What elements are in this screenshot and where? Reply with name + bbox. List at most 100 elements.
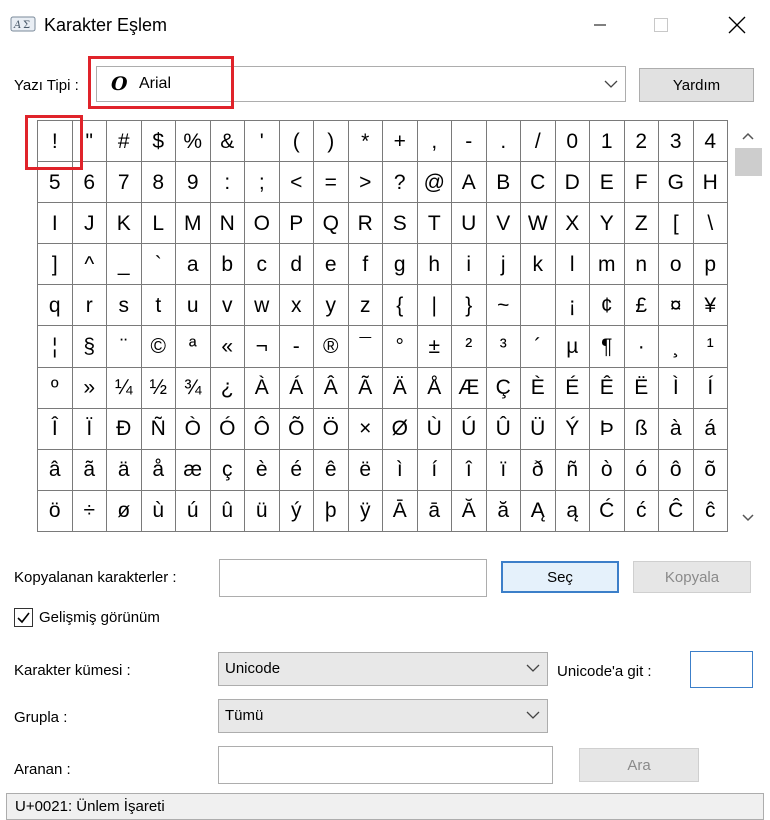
character-cell[interactable]: Ë: [624, 367, 659, 409]
character-cell[interactable]: ú: [176, 490, 211, 532]
character-cell[interactable]: {: [383, 285, 418, 327]
character-cell[interactable]: ²: [452, 326, 487, 368]
character-cell[interactable]: â: [38, 449, 73, 491]
character-cell[interactable]: %: [176, 121, 211, 163]
character-cell[interactable]: g: [383, 244, 418, 286]
character-cell[interactable]: I: [38, 203, 73, 245]
character-cell[interactable]: Q: [314, 203, 349, 245]
character-cell[interactable]: Z: [624, 203, 659, 245]
character-cell[interactable]: Ú: [452, 408, 487, 450]
character-cell[interactable]: Û: [486, 408, 521, 450]
scroll-down-button[interactable]: [733, 506, 763, 530]
character-cell[interactable]: »: [72, 367, 107, 409]
character-cell[interactable]: >: [348, 162, 383, 204]
character-cell[interactable]: è: [245, 449, 280, 491]
character-cell[interactable]: P: [279, 203, 314, 245]
character-cell[interactable]: ×: [348, 408, 383, 450]
character-cell[interactable]: l: [555, 244, 590, 286]
character-cell[interactable]: Í: [693, 367, 728, 409]
character-cell[interactable]: Ô: [245, 408, 280, 450]
character-cell[interactable]: j: [486, 244, 521, 286]
character-cell[interactable]: ¹: [693, 326, 728, 368]
character-cell[interactable]: J: [72, 203, 107, 245]
character-cell[interactable]: ¢: [590, 285, 625, 327]
character-cell[interactable]: ;: [245, 162, 280, 204]
character-cell[interactable]: ó: [624, 449, 659, 491]
character-cell[interactable]: ¼: [107, 367, 142, 409]
character-cell[interactable]: c: [245, 244, 280, 286]
character-cell[interactable]: z: [348, 285, 383, 327]
character-cell[interactable]: Ç: [486, 367, 521, 409]
character-cell[interactable]: É: [555, 367, 590, 409]
character-cell[interactable]: e: [314, 244, 349, 286]
character-cell[interactable]: Ê: [590, 367, 625, 409]
character-cell[interactable]: ¾: [176, 367, 211, 409]
character-cell[interactable]: ±: [417, 326, 452, 368]
select-button[interactable]: Seç: [501, 561, 619, 593]
character-cell[interactable]: ï: [486, 449, 521, 491]
character-cell[interactable]: æ: [176, 449, 211, 491]
character-cell[interactable]: *: [348, 121, 383, 163]
character-cell[interactable]: º: [38, 367, 73, 409]
character-cell[interactable]: Ð: [107, 408, 142, 450]
character-cell[interactable]: À: [245, 367, 280, 409]
character-cell[interactable]: ã: [72, 449, 107, 491]
copied-characters-input[interactable]: [219, 559, 487, 597]
character-cell[interactable]: ¬: [245, 326, 280, 368]
character-cell[interactable]: +: [383, 121, 418, 163]
character-cell[interactable]: .: [486, 121, 521, 163]
character-cell[interactable]: ,: [417, 121, 452, 163]
character-cell[interactable]: Õ: [279, 408, 314, 450]
character-cell[interactable]: ê: [314, 449, 349, 491]
character-cell[interactable]: `: [141, 244, 176, 286]
character-cell[interactable]: á: [693, 408, 728, 450]
character-cell[interactable]: U: [452, 203, 487, 245]
character-cell[interactable]: ä: [107, 449, 142, 491]
character-cell[interactable]: Æ: [452, 367, 487, 409]
character-cell[interactable]: 9: [176, 162, 211, 204]
character-cell[interactable]: E: [590, 162, 625, 204]
character-cell[interactable]: å: [141, 449, 176, 491]
character-cell[interactable]: Þ: [590, 408, 625, 450]
character-cell[interactable]: ç: [210, 449, 245, 491]
character-cell[interactable]: ¥: [693, 285, 728, 327]
character-cell[interactable]: ë: [348, 449, 383, 491]
character-cell[interactable]: Ā: [383, 490, 418, 532]
character-cell[interactable]: [521, 285, 556, 327]
character-cell[interactable]: Ă: [452, 490, 487, 532]
copy-button[interactable]: Kopyala: [633, 561, 751, 593]
character-cell[interactable]: ): [314, 121, 349, 163]
character-cell[interactable]: ¿: [210, 367, 245, 409]
character-cell[interactable]: ÷: [72, 490, 107, 532]
search-input[interactable]: [218, 746, 553, 784]
character-cell[interactable]: Ò: [176, 408, 211, 450]
character-cell[interactable]: v: [210, 285, 245, 327]
character-cell[interactable]: V: [486, 203, 521, 245]
character-cell[interactable]: @: [417, 162, 452, 204]
character-cell[interactable]: Ã: [348, 367, 383, 409]
character-cell[interactable]: ©: [141, 326, 176, 368]
character-cell[interactable]: 4: [693, 121, 728, 163]
character-cell[interactable]: 8: [141, 162, 176, 204]
character-cell[interactable]: M: [176, 203, 211, 245]
character-cell[interactable]: ü: [245, 490, 280, 532]
character-cell[interactable]: #: [107, 121, 142, 163]
character-cell[interactable]: ¶: [590, 326, 625, 368]
character-cell[interactable]: D: [555, 162, 590, 204]
character-cell[interactable]: -: [452, 121, 487, 163]
character-cell[interactable]: ¦: [38, 326, 73, 368]
goto-unicode-input[interactable]: [690, 651, 753, 688]
character-cell[interactable]: Ć: [590, 490, 625, 532]
character-cell[interactable]: ¨: [107, 326, 142, 368]
character-cell[interactable]: K: [107, 203, 142, 245]
minimize-button[interactable]: [575, 0, 625, 50]
character-cell[interactable]: ·: [624, 326, 659, 368]
character-grid[interactable]: ! " # $% & '() * +, -./0 1 2 3 4 5 6 7 8 9:; < = >? @ A B C D E F G H…: [37, 120, 728, 532]
character-cell[interactable]: Ï: [72, 408, 107, 450]
search-button[interactable]: Ara: [579, 748, 699, 782]
character-cell[interactable]: r: [72, 285, 107, 327]
character-cell[interactable]: Y: [590, 203, 625, 245]
character-cell[interactable]: ć: [624, 490, 659, 532]
character-cell[interactable]: B: [486, 162, 521, 204]
character-cell[interactable]: ~: [486, 285, 521, 327]
